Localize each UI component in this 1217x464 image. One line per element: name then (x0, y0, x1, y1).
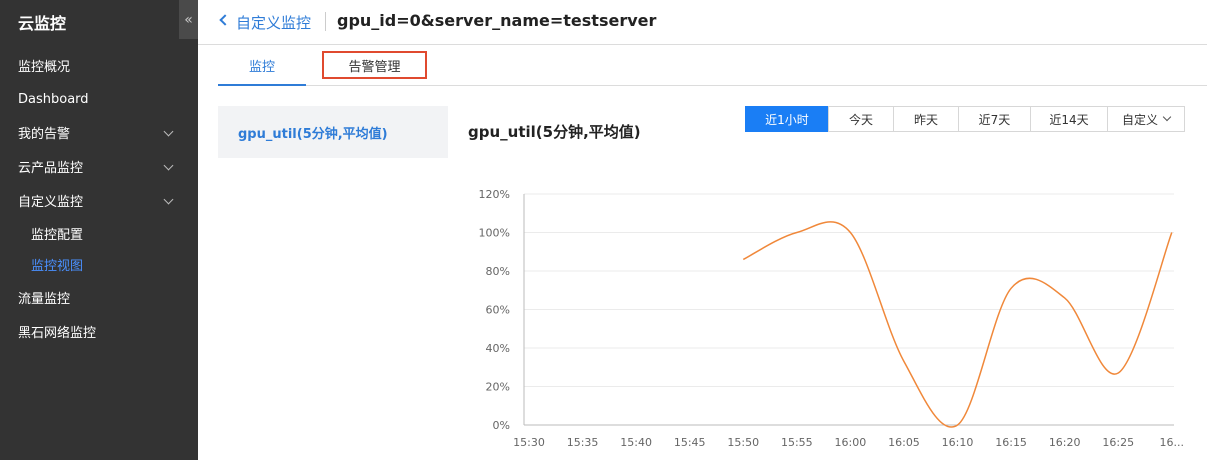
sidebar-item-overview[interactable]: 监控概况 (0, 50, 198, 80)
sidebar: 云监控 « 监控概况 Dashboard 我的告警 云产品监控 自定义监控 监控… (0, 0, 198, 460)
breadcrumb-divider (325, 12, 326, 31)
series-line-gpu-util (742, 221, 1173, 428)
sidebar-item-traffic-monitor[interactable]: 流量监控 (0, 282, 198, 312)
app-title: 云监控 (18, 14, 67, 33)
time-btn-today[interactable]: 今天 (828, 106, 894, 132)
x-tick-label: 15:30 (513, 436, 545, 449)
y-tick-label: 0% (493, 419, 510, 432)
chevron-down-icon (163, 160, 174, 171)
time-btn-custom-dropdown[interactable]: 自定义 (1107, 106, 1185, 132)
chevron-down-icon (1162, 112, 1172, 122)
x-tick-label: 16:25 (1102, 436, 1134, 449)
sidebar-item-label: 监控概况 (18, 59, 71, 75)
x-tick-label: 16:10 (942, 436, 974, 449)
sidebar-item-dashboard[interactable]: Dashboard (0, 84, 198, 114)
time-btn-last-7-days[interactable]: 近7天 (958, 106, 1031, 132)
x-tick-label: 16:05 (888, 436, 920, 449)
x-tick-label: 15:45 (674, 436, 706, 449)
sidebar-item-label: 云产品监控 (18, 160, 84, 176)
back-chevron-icon[interactable] (219, 14, 231, 26)
x-tick-label: 15:50 (727, 436, 759, 449)
breadcrumb-parent-link[interactable]: 自定义监控 (236, 12, 311, 33)
chart-title: gpu_util(5分钟,平均值) (468, 123, 641, 141)
sidebar-header: 云监控 « (0, 0, 198, 39)
x-tick-label: 16... (1160, 436, 1185, 449)
y-tick-label: 60% (486, 304, 510, 317)
sidebar-item-monitor-config[interactable]: 监控配置 (0, 218, 198, 248)
x-tick-label: 15:55 (781, 436, 813, 449)
page-title: gpu_id=0&server_name=testserver (337, 11, 657, 30)
sidebar-item-label: 监控配置 (31, 227, 84, 243)
breadcrumb: 自定义监控 gpu_id=0&server_name=testserver (198, 0, 1207, 45)
collapse-sidebar-icon[interactable]: « (179, 0, 198, 39)
line-chart: 0% 20% 40% 60% 80% 100% 120% 15:30 15:35 15:40 15:… (468, 180, 1208, 460)
tab-monitor[interactable]: 监控 (218, 46, 306, 86)
time-btn-last-14-days[interactable]: 近14天 (1030, 106, 1108, 132)
sidebar-item-label: 黑石网络监控 (18, 325, 97, 341)
x-tick-label: 16:15 (995, 436, 1027, 449)
sidebar-item-label: 自定义监控 (18, 194, 84, 210)
sidebar-item-custom-monitor[interactable]: 自定义监控 (0, 185, 198, 215)
y-tick-label: 20% (486, 381, 510, 394)
time-btn-yesterday[interactable]: 昨天 (893, 106, 959, 132)
sidebar-item-my-alarms[interactable]: 我的告警 (0, 117, 198, 147)
y-tick-label: 80% (486, 265, 510, 278)
tab-alarm-management[interactable]: 告警管理 (322, 51, 427, 79)
custom-range-label: 自定义 (1121, 112, 1158, 127)
chart-svg: 0% 20% 40% 60% 80% 100% 120% 15:30 15:35 15:40 15:… (479, 188, 1185, 449)
y-tick-label: 40% (486, 342, 510, 355)
metric-list: gpu_util(5分钟,平均值) (218, 106, 448, 158)
sidebar-item-label: Dashboard (18, 91, 89, 107)
x-tick-label: 15:35 (567, 436, 599, 449)
metric-item-gpu-util[interactable]: gpu_util(5分钟,平均值) (238, 123, 388, 142)
time-range-selector: 近1小时 今天 昨天 近7天 近14天 自定义 (745, 106, 1185, 132)
main-content: 自定义监控 gpu_id=0&server_name=testserver 监控… (198, 0, 1217, 460)
sidebar-item-cloud-product-monitor[interactable]: 云产品监控 (0, 151, 198, 181)
sidebar-item-label: 我的告警 (18, 126, 71, 142)
x-tick-label: 15:40 (620, 436, 652, 449)
chevron-down-icon (163, 126, 174, 137)
sidebar-item-monitor-view[interactable]: 监控视图 (0, 249, 198, 279)
tab-bar: 监控 告警管理 (218, 46, 1207, 86)
y-tick-label: 120% (479, 188, 510, 201)
x-tick-label: 16:00 (835, 436, 867, 449)
chevron-down-icon (163, 194, 174, 205)
time-btn-last-1-hour[interactable]: 近1小时 (745, 106, 829, 132)
sidebar-item-blackstone-network[interactable]: 黑石网络监控 (0, 316, 198, 346)
x-tick-label: 16:20 (1049, 436, 1081, 449)
y-tick-label: 100% (479, 227, 510, 240)
sidebar-item-label: 监控视图 (31, 258, 84, 274)
sidebar-item-label: 流量监控 (18, 291, 71, 307)
